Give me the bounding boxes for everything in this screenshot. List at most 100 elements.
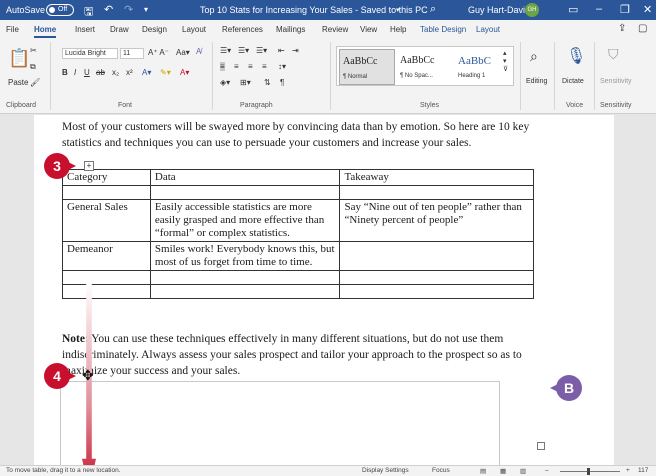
- dictate-label[interactable]: Dictate: [562, 78, 584, 85]
- align-center-icon[interactable]: ≡: [234, 62, 239, 71]
- style-no-spacing[interactable]: AaBbCc ¶ No Spac...: [397, 49, 453, 85]
- table-cell[interactable]: [149, 185, 341, 200]
- font-name-select[interactable]: Lucida Bright: [62, 48, 118, 59]
- customize-quick-access-icon[interactable]: ▾: [144, 5, 148, 14]
- zoom-out-icon[interactable]: –: [545, 467, 549, 474]
- show-formatting-icon[interactable]: ¶: [280, 78, 284, 87]
- title-dropdown-icon[interactable]: ▾: [396, 6, 400, 14]
- zoom-in-icon[interactable]: +: [626, 467, 630, 474]
- tab-references[interactable]: References: [222, 25, 263, 34]
- tab-table-design[interactable]: Table Design: [420, 25, 466, 34]
- tab-mailings[interactable]: Mailings: [276, 25, 305, 34]
- tab-review[interactable]: Review: [322, 25, 348, 34]
- paste-label[interactable]: Paste: [8, 78, 28, 87]
- table-cell[interactable]: Demeanor: [62, 241, 151, 271]
- table-cell[interactable]: [339, 241, 534, 271]
- zoom-slider[interactable]: [560, 471, 620, 472]
- shading-icon[interactable]: ◈▾: [220, 78, 230, 87]
- find-icon[interactable]: ⌕: [530, 48, 538, 65]
- note-paragraph[interactable]: Note: You can use these techniques effec…: [62, 331, 532, 379]
- stats-table[interactable]: Category Data Takeaway General Sales Eas…: [62, 169, 534, 299]
- table-header-cell[interactable]: Category: [62, 169, 151, 186]
- table-header-cell[interactable]: Data: [149, 169, 341, 186]
- italic-icon[interactable]: I: [74, 68, 76, 77]
- tab-table-layout[interactable]: Layout: [476, 25, 500, 34]
- align-right-icon[interactable]: ≡: [248, 62, 253, 71]
- table-cell[interactable]: Smiles work! Everybody knows this, but m…: [149, 241, 341, 271]
- close-icon[interactable]: ✕: [643, 3, 652, 16]
- zoom-level[interactable]: 117: [638, 467, 648, 474]
- table-cell[interactable]: [339, 270, 534, 285]
- table-cell[interactable]: [149, 284, 341, 299]
- tab-file[interactable]: File: [6, 25, 19, 34]
- tab-home[interactable]: Home: [34, 25, 57, 38]
- cut-icon[interactable]: ✂: [30, 46, 37, 55]
- table-cell[interactable]: [339, 185, 534, 200]
- font-color-icon[interactable]: A▾: [180, 68, 189, 77]
- grow-font-icon[interactable]: A⁺ A⁻: [148, 48, 169, 57]
- intro-paragraph[interactable]: Most of your customers will be swayed mo…: [62, 119, 532, 151]
- strikethrough-icon[interactable]: ab: [96, 68, 105, 77]
- table-header-cell[interactable]: Takeaway: [339, 169, 534, 186]
- ribbon-display-icon[interactable]: ▭: [568, 3, 578, 16]
- undo-icon[interactable]: ↶: [104, 3, 113, 16]
- clear-formatting-icon[interactable]: A̸: [196, 47, 201, 56]
- table-cell[interactable]: [339, 284, 534, 299]
- redo-icon[interactable]: ↷: [124, 3, 133, 16]
- table-move-handle[interactable]: +: [84, 161, 94, 171]
- multilevel-list-icon[interactable]: ☰▾: [256, 46, 267, 55]
- numbering-icon[interactable]: ☰▾: [238, 46, 249, 55]
- paste-icon[interactable]: 📋: [8, 48, 30, 69]
- sensitivity-button-label[interactable]: Sensitivity: [600, 78, 632, 85]
- copy-icon[interactable]: ⧉: [30, 62, 36, 72]
- read-mode-icon[interactable]: ▤: [480, 467, 486, 475]
- tab-design[interactable]: Design: [142, 25, 167, 34]
- avatar[interactable]: GH: [525, 3, 539, 17]
- table-cell[interactable]: [62, 284, 151, 299]
- subscript-icon[interactable]: x₂: [112, 68, 119, 77]
- tab-help[interactable]: Help: [390, 25, 406, 34]
- user-name[interactable]: Guy Hart-Davis: [468, 5, 530, 15]
- document-title[interactable]: Top 10 Stats for Increasing Your Sales -…: [200, 5, 428, 15]
- decrease-indent-icon[interactable]: ⇤: [278, 46, 285, 55]
- increase-indent-icon[interactable]: ⇥: [292, 46, 299, 55]
- format-painter-icon[interactable]: 🖌: [30, 78, 40, 87]
- align-left-icon[interactable]: ≡: [220, 62, 225, 71]
- sort-icon[interactable]: ⇅: [264, 78, 271, 87]
- sensitivity-icon[interactable]: ⛉: [608, 46, 619, 63]
- highlight-icon[interactable]: ✎▾: [160, 68, 171, 77]
- editing-label[interactable]: Editing: [526, 78, 547, 85]
- search-icon[interactable]: ⌕: [430, 3, 436, 16]
- focus-button[interactable]: Focus: [432, 467, 450, 474]
- style-heading-1[interactable]: AaBbC Heading 1: [455, 49, 501, 85]
- microphone-icon[interactable]: 🎙: [566, 46, 586, 66]
- table-cell[interactable]: General Sales: [62, 199, 151, 242]
- restore-icon[interactable]: ❐: [620, 3, 630, 16]
- font-size-select[interactable]: 11: [120, 48, 144, 59]
- underline-icon[interactable]: U: [84, 68, 90, 77]
- zoom-slider-thumb[interactable]: [587, 468, 590, 475]
- table-cell[interactable]: [62, 185, 151, 200]
- bold-icon[interactable]: B: [62, 68, 68, 77]
- table-cell[interactable]: [149, 270, 341, 285]
- table-cell[interactable]: [62, 270, 151, 285]
- comments-icon[interactable]: ▢: [638, 23, 647, 34]
- line-spacing-icon[interactable]: ↕▾: [278, 62, 286, 71]
- tab-insert[interactable]: Insert: [75, 25, 95, 34]
- print-layout-icon[interactable]: ▦: [500, 467, 506, 475]
- superscript-icon[interactable]: x²: [126, 68, 133, 77]
- justify-icon[interactable]: ≡: [262, 62, 267, 71]
- text-effects-icon[interactable]: A▾: [142, 68, 151, 77]
- minimize-icon[interactable]: –: [596, 3, 602, 15]
- table-cell[interactable]: Easily accessible statistics are more ea…: [149, 199, 341, 242]
- bullets-icon[interactable]: ☰▾: [220, 46, 231, 55]
- table-resize-handle[interactable]: [537, 442, 545, 450]
- tab-layout[interactable]: Layout: [182, 25, 206, 34]
- borders-icon[interactable]: ⊞▾: [240, 78, 251, 87]
- styles-scroll-icon[interactable]: ▴ ▾ ⊽: [503, 49, 508, 73]
- tab-draw[interactable]: Draw: [110, 25, 129, 34]
- tab-view[interactable]: View: [360, 25, 377, 34]
- table-cell[interactable]: Say “Nine out of ten people” rather than…: [339, 199, 534, 242]
- display-settings-button[interactable]: Display Settings: [362, 467, 409, 474]
- web-layout-icon[interactable]: ▥: [520, 467, 526, 475]
